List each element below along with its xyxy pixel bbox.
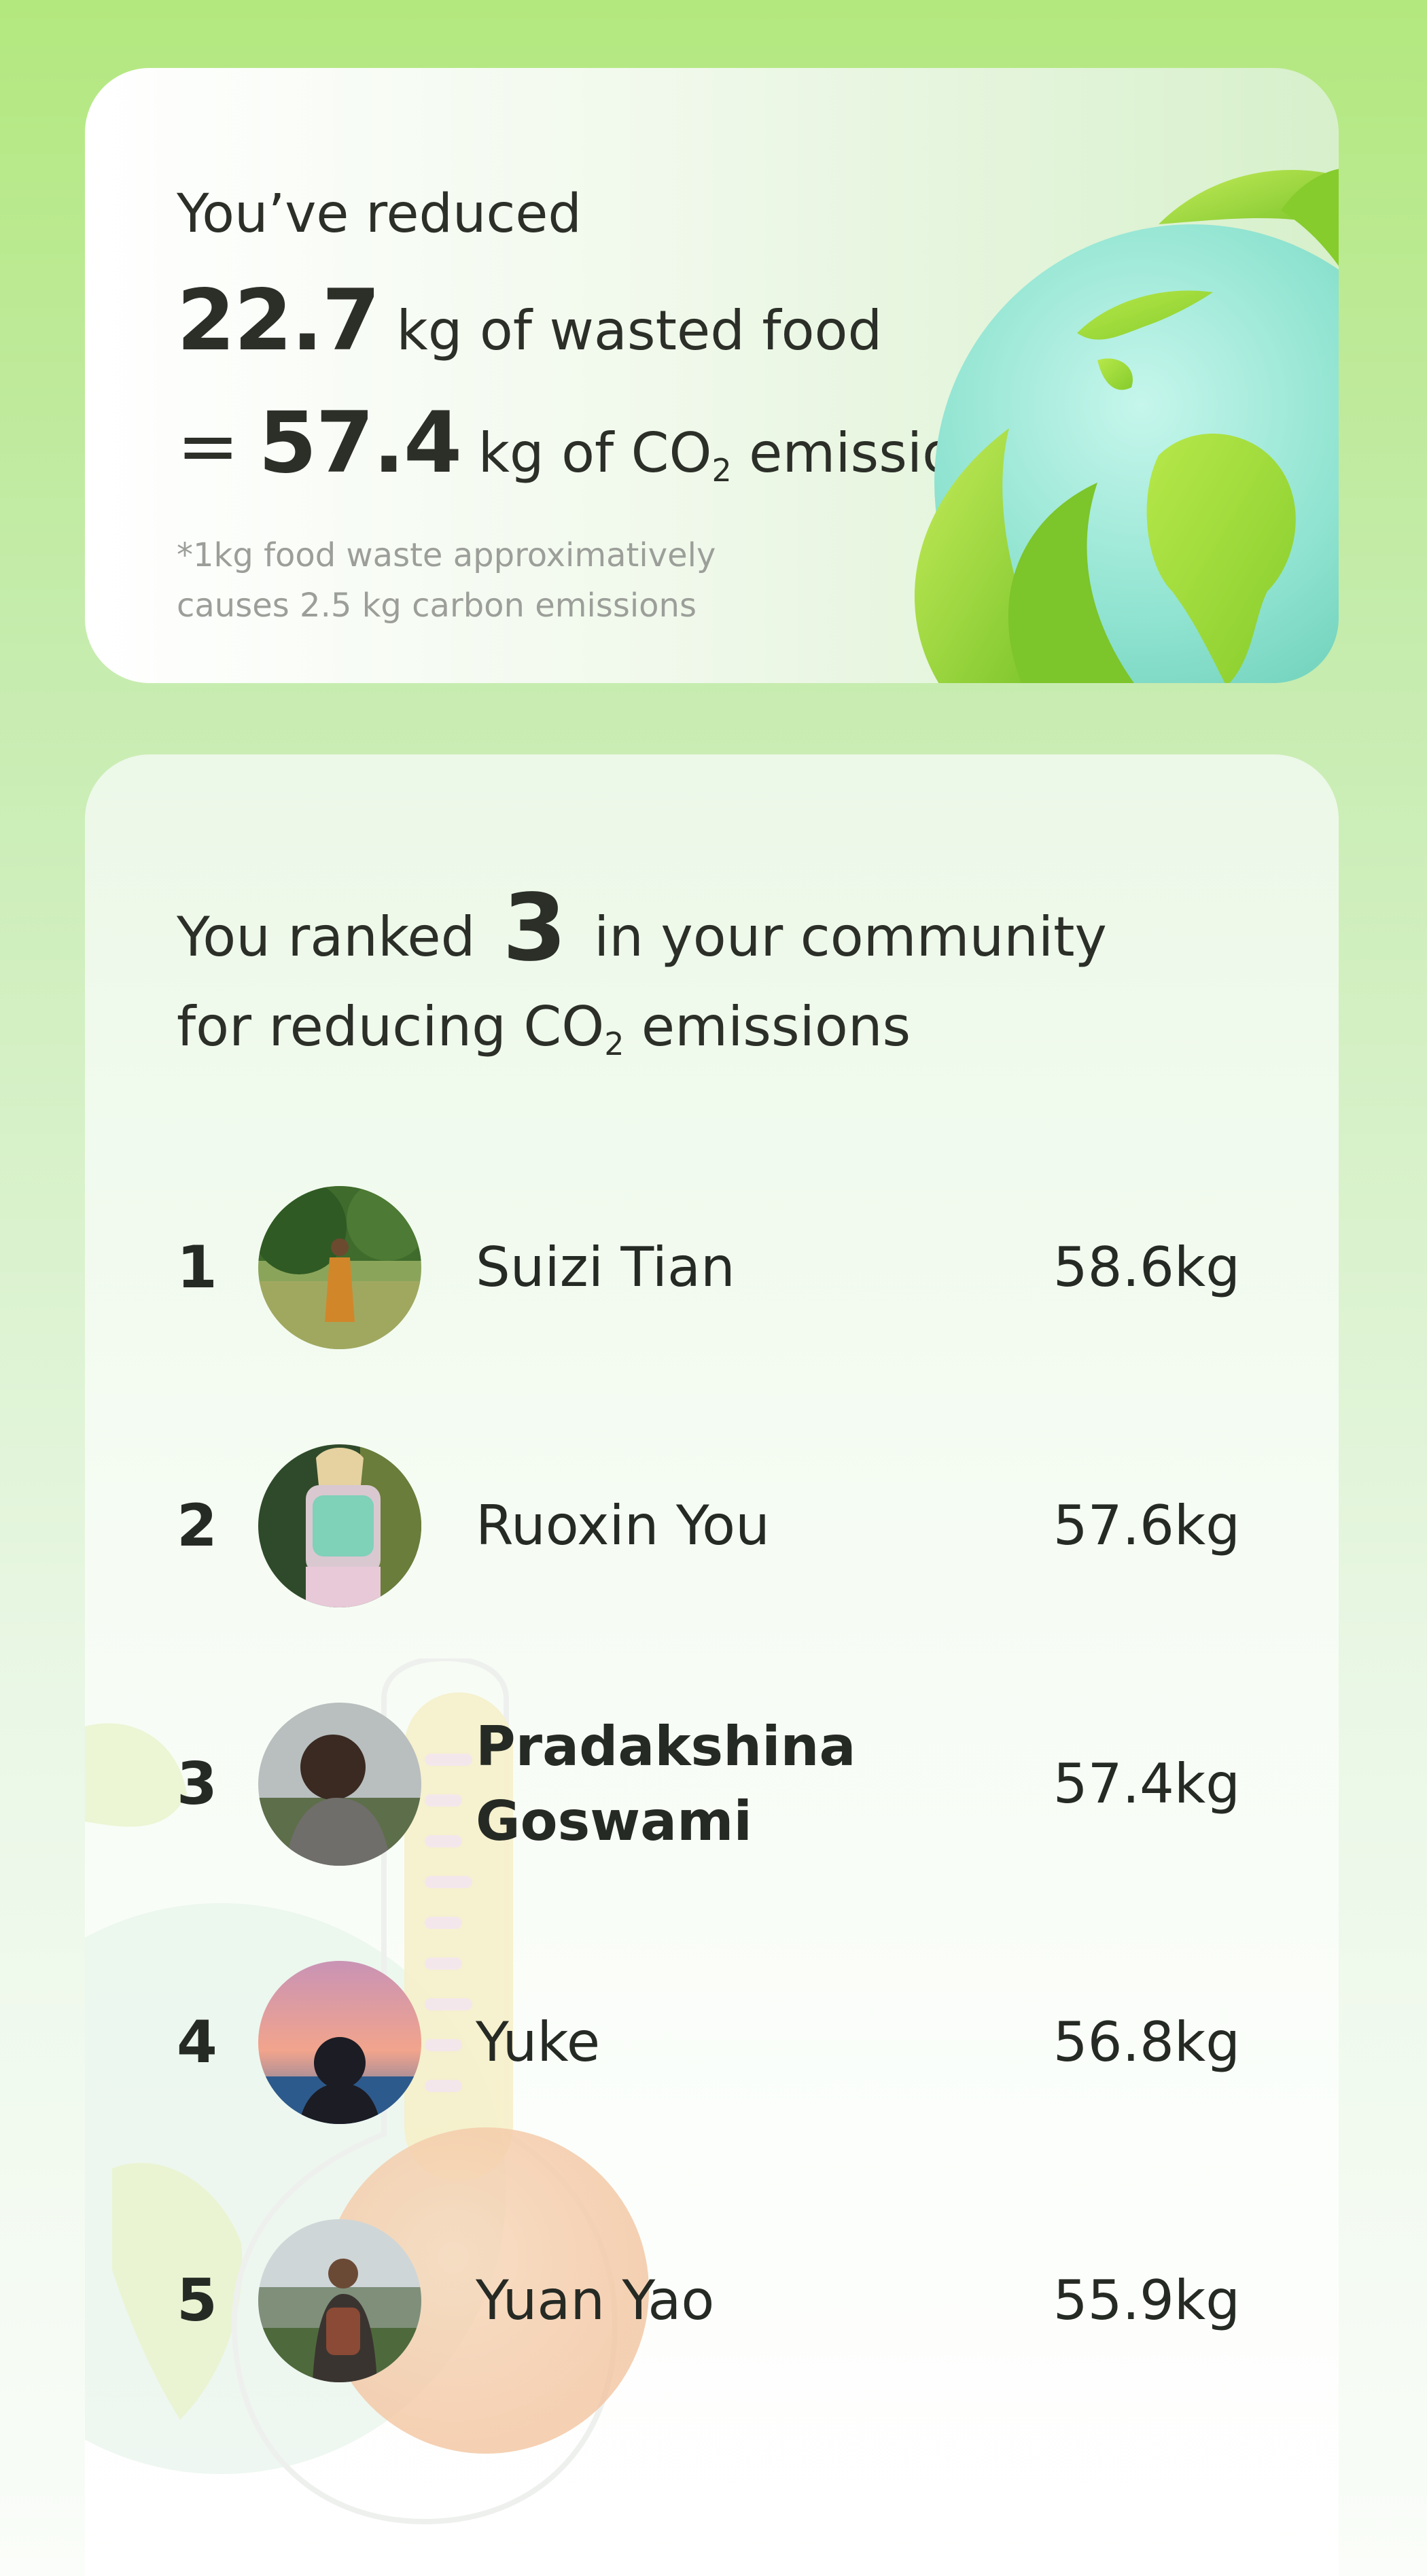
rank-heading: You ranked 3 in your community for reducin… xyxy=(177,882,1107,1089)
conversion-footnote: *1kg food waste approximatively causes 2… xyxy=(177,536,716,625)
rank-position: 4 xyxy=(177,2008,217,2076)
co2-summary-card: You’ve reduced 22.7 kg of wasted food = 5… xyxy=(85,68,1339,683)
avatar-photo-icon xyxy=(258,1703,421,1866)
rank-position: 1 xyxy=(177,1234,217,1302)
co2-value: 58.6kg xyxy=(1053,1236,1240,1299)
rank-suffix: in your community xyxy=(594,905,1107,969)
avatar-photo-icon xyxy=(258,1186,421,1349)
co2-unit: kg of CO xyxy=(478,421,712,485)
summary-intro: You’ve reduced xyxy=(177,184,582,245)
leaderboard-row[interactable]: 2 Ruoxin You 57.6kg xyxy=(85,1444,1339,1607)
leaderboard-row-current-user[interactable]: 3 Pradakshina Goswami 57.4kg xyxy=(85,1703,1339,1866)
avatar-photo-icon xyxy=(258,2219,421,2382)
avatar xyxy=(258,2219,421,2382)
co2-value: 55.9kg xyxy=(1053,2269,1240,2332)
member-name: Yuan Yao xyxy=(476,2269,715,2332)
avatar xyxy=(258,1703,421,1866)
rank-position: 2 xyxy=(177,1492,217,1560)
rank-line2-suffix: emissions xyxy=(624,995,911,1058)
member-name: Pradakshina Goswami xyxy=(476,1715,856,1853)
co2-value: 57.4kg xyxy=(1053,1752,1240,1815)
globe-with-leaves-icon xyxy=(914,169,1339,683)
rank-line2-prefix: for reducing CO xyxy=(177,995,605,1058)
member-name: Yuke xyxy=(476,2011,601,2074)
rank-position: 3 xyxy=(177,1750,217,1818)
food-reduced-unit: kg of wasted food xyxy=(396,299,883,362)
leaderboard-row[interactable]: 5 Yuan Yao 55.9kg xyxy=(85,2219,1339,2382)
food-reduced-line: 22.7 kg of wasted food xyxy=(177,272,882,370)
rank-number: 3 xyxy=(502,875,567,982)
member-name: Suizi Tian xyxy=(476,1236,735,1299)
rank-position: 5 xyxy=(177,2267,217,2335)
co2-value: 57.6kg xyxy=(1053,1494,1240,1557)
equals-sign: = xyxy=(177,402,240,489)
avatar xyxy=(258,1444,421,1607)
avatar-photo-icon xyxy=(258,1961,421,2124)
rank-line2-subscript: 2 xyxy=(604,1026,624,1062)
avatar xyxy=(258,1961,421,2124)
avatar-photo-icon xyxy=(258,1444,421,1607)
rank-prefix: You ranked xyxy=(177,905,476,969)
member-name: Ruoxin You xyxy=(476,1494,770,1557)
co2-reduced-value: 57.4 xyxy=(258,394,462,492)
food-reduced-value: 22.7 xyxy=(177,272,381,370)
community-ranking-card: You ranked 3 in your community for reducin… xyxy=(85,754,1339,2576)
co2-subscript: 2 xyxy=(711,452,732,489)
leaderboard-row[interactable]: 1 Suizi Tian 58.6kg xyxy=(85,1186,1339,1349)
avatar xyxy=(258,1186,421,1349)
leaderboard-row[interactable]: 4 Yuke 56.8kg xyxy=(85,1961,1339,2124)
co2-value: 56.8kg xyxy=(1053,2011,1240,2074)
